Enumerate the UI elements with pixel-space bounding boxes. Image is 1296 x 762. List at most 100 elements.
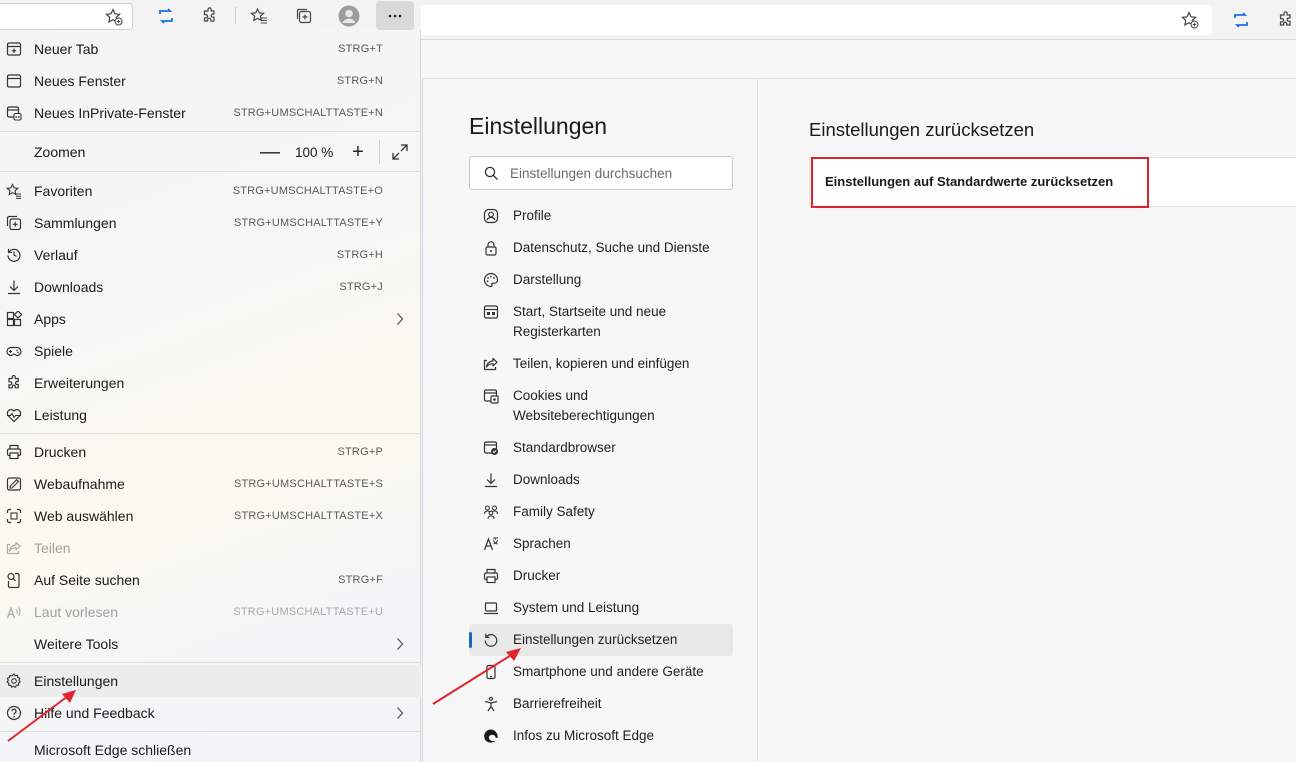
avatar[interactable] [335,2,363,30]
nav-item-privacy[interactable]: Datenschutz, Suche und Dienste [469,238,733,258]
nav-item-label: Teilen, kopieren und einfügen [513,356,690,371]
inprivate-icon [6,105,22,121]
favorite-add-icon[interactable] [1176,6,1204,34]
menu-item-web-capture[interactable]: Webaufnahme STRG+UMSCHALTTASTE+S [0,468,421,500]
nav-item-cookies[interactable]: Cookies und Websiteberechtigungen [469,386,733,426]
nav-item-label: Datenschutz, Suche und Dienste [513,240,710,255]
history-icon [6,247,22,263]
menu-item-print[interactable]: Drucken STRG+P [0,436,421,468]
sync-icon[interactable] [152,2,180,30]
chevron-right-icon [396,637,404,651]
menu-item-new-tab[interactable]: Neuer Tab STRG+T [0,33,421,65]
favorite-add-icon[interactable] [105,8,123,26]
find-icon [6,572,22,588]
nav-item-label: Profile [513,208,552,223]
browser-menu: Neuer Tab STRG+T Neues Fenster STRG+N Ne… [0,0,421,762]
nav-item-label: Einstellungen zurücksetzen [513,632,678,647]
reset-to-defaults-button[interactable]: Einstellungen auf Standardwerte zurückse… [825,174,1113,189]
menu-item-games[interactable]: Spiele [0,335,421,367]
accessibility-icon [483,696,499,712]
favorites-icon [6,183,22,199]
toolbar-divider [235,7,236,24]
settings-search[interactable] [469,156,733,190]
nav-item-appearance[interactable]: Darstellung [469,270,733,290]
palette-icon [483,272,499,288]
menu-separator [0,433,421,434]
family-icon [483,504,499,520]
menu-separator [0,171,421,172]
menu-item-close-edge[interactable]: Microsoft Edge schließen [0,734,421,762]
new-tab-icon [6,41,22,57]
chevron-right-icon [396,312,404,326]
gear-icon [6,673,22,689]
zoom-in-button[interactable]: + [347,141,369,163]
menu-item-apps[interactable]: Apps [0,303,421,335]
nav-item-languages[interactable]: Sprachen [469,534,733,554]
download-icon [6,279,22,295]
languages-icon [483,536,499,552]
menu-item-history[interactable]: Verlauf STRG+H [0,239,421,271]
cookies-icon [483,388,499,404]
nav-item-label: Cookies und Websiteberechtigungen [513,388,655,423]
nav-item-default-browser[interactable]: Standardbrowser [469,438,733,458]
menu-item-favorites[interactable]: Favoriten STRG+UMSCHALTTASTE+O [0,175,421,207]
menu-item-inprivate[interactable]: Neues InPrivate-Fenster STRG+UMSCHALTTAS… [0,97,421,129]
menu-item-collections[interactable]: Sammlungen STRG+UMSCHALTTASTE+Y [0,207,421,239]
menu-item-read-aloud: Laut vorlesen STRG+UMSCHALTTASTE+U [0,596,421,628]
help-icon [6,705,22,721]
reset-icon [483,632,499,648]
zoom-out-button[interactable]: — [259,141,281,163]
nav-item-profile[interactable]: Profile [469,206,733,226]
menu-item-more-tools[interactable]: Weitere Tools [0,628,421,660]
printer-icon [483,568,499,584]
nav-item-system[interactable]: System und Leistung [469,598,733,618]
print-icon [6,444,22,460]
nav-item-start-page[interactable]: Start, Startseite und neue Registerkarte… [469,302,733,342]
nav-item-label: Darstellung [513,272,582,287]
default-browser-icon [483,440,499,456]
settings-sidebar: Einstellungen Profile Datenschutz, Suche… [423,79,758,762]
share-icon [6,540,22,556]
phone-icon [483,664,499,680]
new-window-icon [6,73,22,89]
menu-item-performance[interactable]: Leistung [0,399,421,431]
nav-item-label: Standardbrowser [513,440,616,455]
nav-item-label: System und Leistung [513,600,640,615]
lock-icon [483,240,499,256]
settings-page: Einstellungen Profile Datenschutz, Suche… [422,78,1296,762]
menu-item-find[interactable]: Auf Seite suchen STRG+F [0,564,421,596]
apps-icon [6,311,22,327]
zoom-level: 100 % [295,145,334,160]
address-bar[interactable] [400,5,1212,35]
menu-item-web-select[interactable]: Web auswählen STRG+UMSCHALTTASTE+X [0,500,421,532]
more-menu-button[interactable] [376,1,414,30]
menu-item-extensions[interactable]: Erweiterungen [0,367,421,399]
chevron-right-icon [396,706,404,720]
fullscreen-icon[interactable] [391,143,409,161]
nav-item-share[interactable]: Teilen, kopieren und einfügen [469,354,733,374]
nav-item-downloads[interactable]: Downloads [469,470,733,490]
nav-item-label: Sprachen [513,536,571,551]
extensions-icon[interactable] [196,2,224,30]
menu-item-new-window[interactable]: Neues Fenster STRG+N [0,65,421,97]
extensions-icon[interactable] [1272,6,1296,34]
favorites-icon[interactable] [245,2,273,30]
nav-item-label: Barrierefreiheit [513,696,602,711]
address-bar[interactable] [0,3,133,30]
web-select-icon [6,508,22,524]
menu-item-settings[interactable]: Einstellungen [0,665,421,697]
sync-icon[interactable] [1227,6,1255,34]
nav-item-family-safety[interactable]: Family Safety [469,502,733,522]
menu-item-downloads[interactable]: Downloads STRG+J [0,271,421,303]
search-input[interactable] [510,157,725,189]
nav-item-phone[interactable]: Smartphone und andere Geräte [469,662,733,682]
menu-item-share: Teilen [0,532,421,564]
nav-item-reset[interactable]: Einstellungen zurücksetzen [469,624,733,656]
nav-item-accessibility[interactable]: Barrierefreiheit [469,694,733,714]
profile-icon [483,208,499,224]
menu-item-help[interactable]: Hilfe und Feedback [0,697,421,729]
nav-item-printer[interactable]: Drucker [469,566,733,586]
read-aloud-icon [6,604,22,620]
collections-icon[interactable] [290,2,318,30]
nav-item-about[interactable]: Infos zu Microsoft Edge [469,726,733,746]
